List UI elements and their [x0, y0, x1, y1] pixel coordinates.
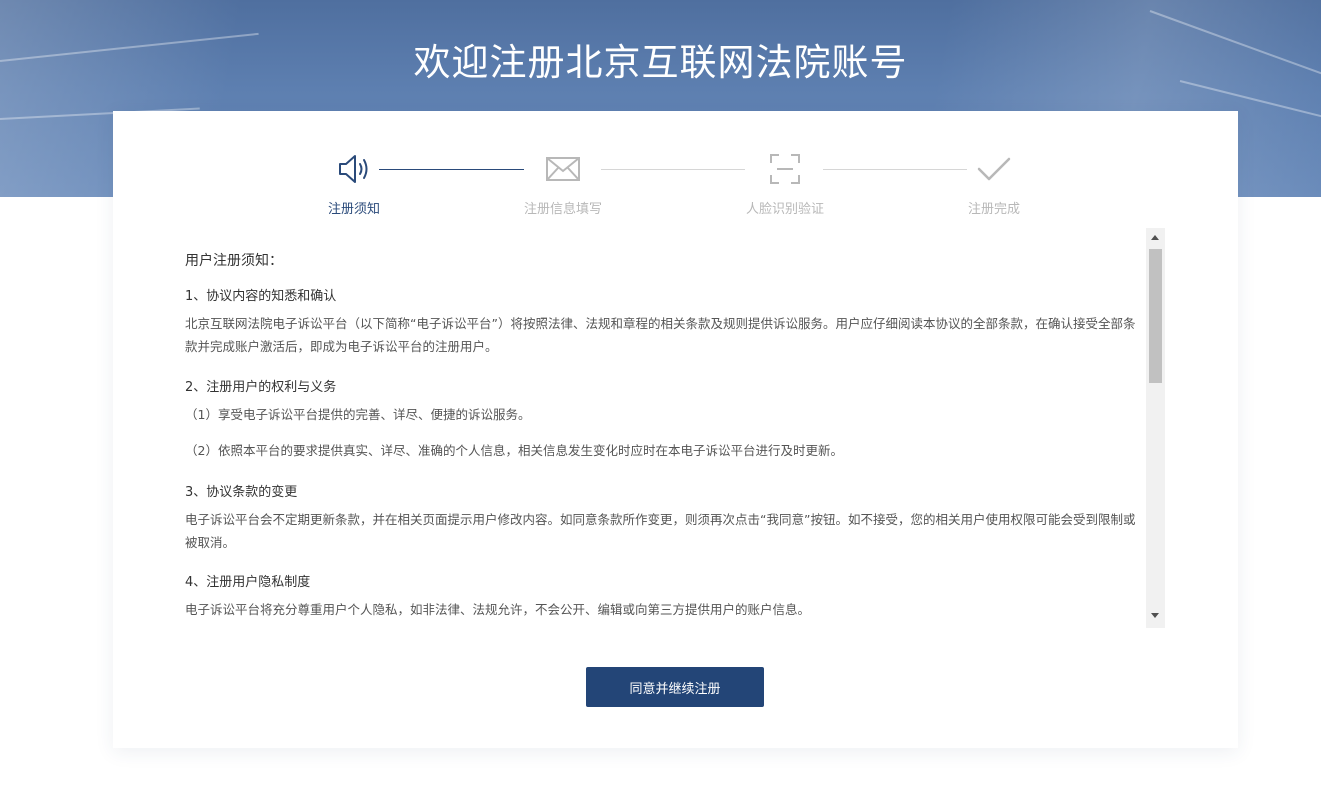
section-title: 2、注册用户的权利与义务: [185, 380, 337, 395]
step-label: 注册完成: [967, 202, 1020, 217]
checkmark-icon: [976, 151, 1012, 187]
section-paragraph: （1）享受电子诉讼平台提供的完善、详尽、便捷的诉讼服务。: [185, 407, 531, 422]
section-paragraph: 北京互联网法院电子诉讼平台（以下简称“电子诉讼平台”）将按照法律、法规和章程的相…: [185, 316, 1136, 354]
section-title: 4、注册用户隐私制度: [185, 575, 311, 590]
step-label: 注册信息填写: [523, 202, 602, 217]
face-scan-icon: [767, 151, 803, 187]
scrollbar-thumb[interactable]: [1149, 249, 1162, 383]
step-connector: [601, 169, 745, 170]
step-connector: [823, 169, 967, 170]
step-connector: [379, 169, 524, 170]
scroll-up-arrow-icon[interactable]: [1151, 235, 1159, 240]
section-paragraph: （2）依照本平台的要求提供真实、详尽、准确的个人信息，相关信息发生变化时应时在本…: [185, 443, 843, 458]
section-title: 3、协议条款的变更: [185, 485, 298, 500]
section-paragraph: 电子诉讼平台将充分尊重用户个人隐私，如非法律、法规允许，不会公开、编辑或向第三方…: [185, 602, 811, 617]
content-scrollbar[interactable]: [1146, 228, 1165, 628]
page-title: 欢迎注册北京互联网法院账号: [413, 41, 908, 84]
step-progress: 注册须知 注册信息填写 人脸识别验证 注册完成: [113, 111, 1238, 221]
section-paragraph: 电子诉讼平台会不定期更新条款，并在相关页面提示用户修改内容。如同意条款所作变更，…: [185, 512, 1136, 550]
step-label: 注册须知: [327, 202, 380, 217]
envelope-icon: [545, 151, 581, 187]
speaker-icon: [336, 151, 372, 187]
scroll-down-arrow-icon[interactable]: [1151, 613, 1159, 618]
step-label: 人脸识别验证: [745, 202, 824, 217]
section-title: 1、协议内容的知悉和确认: [185, 289, 337, 304]
registration-card: 注册须知 注册信息填写 人脸识别验证 注册完成 用户注册须知： 1、协议内容的知…: [113, 111, 1238, 748]
agree-continue-button[interactable]: 同意并继续注册: [586, 667, 764, 707]
notice-heading: 用户注册须知：: [185, 253, 283, 269]
notice-content: 用户注册须知： 1、协议内容的知悉和确认 北京互联网法院电子诉讼平台（以下简称“…: [185, 228, 1147, 628]
